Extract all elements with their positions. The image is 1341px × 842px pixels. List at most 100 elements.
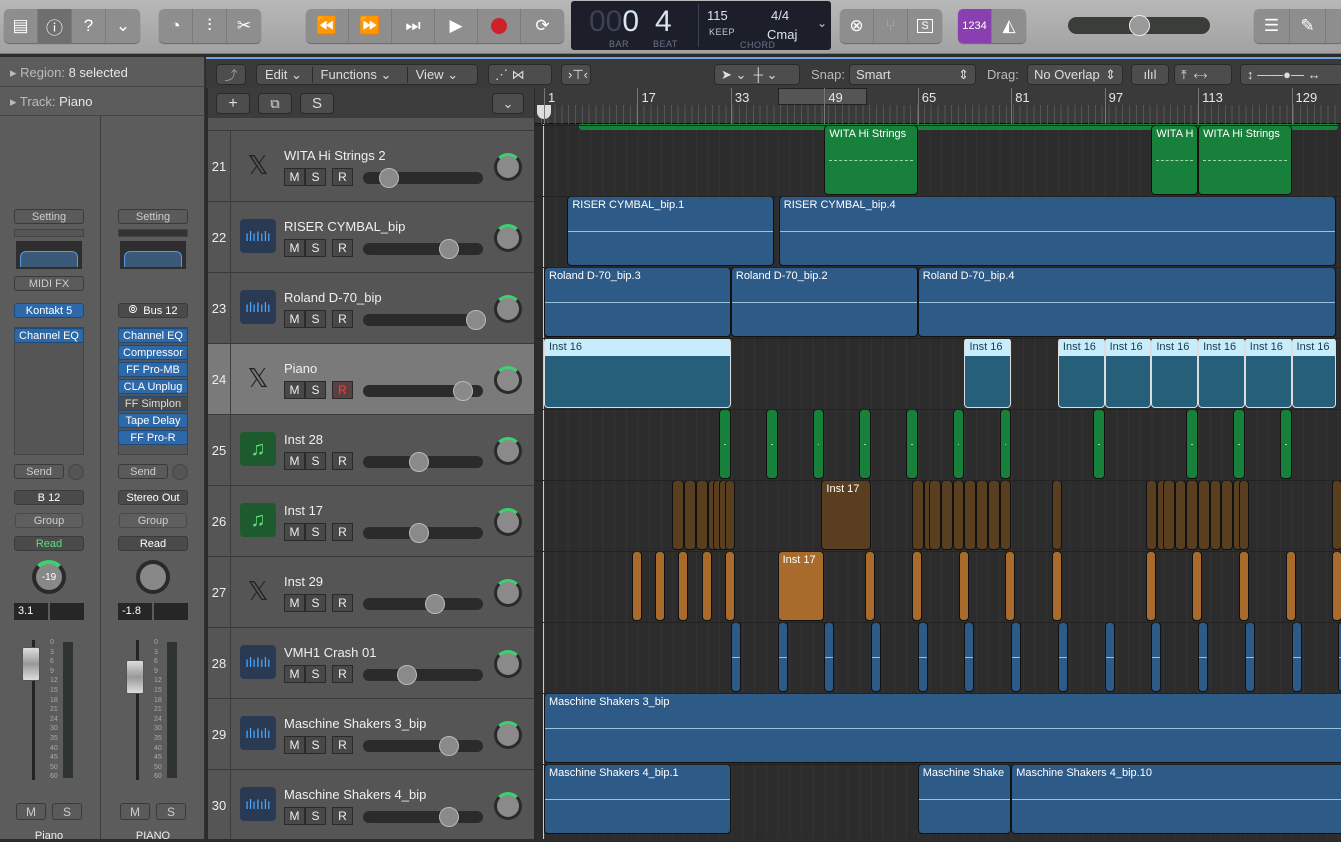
record-enable-button[interactable]: R <box>332 594 353 612</box>
region[interactable] <box>1233 409 1245 479</box>
region[interactable] <box>952 409 965 479</box>
lcd-display[interactable]: 000 4 BAR BEAT 115 KEEP 4/4 Cmaj CHORD ⌄ <box>571 1 831 50</box>
pan-knob[interactable] <box>494 508 522 536</box>
region[interactable] <box>1005 551 1016 621</box>
track-name[interactable]: Inst 28 <box>284 432 323 447</box>
mute-button[interactable]: M <box>120 803 150 820</box>
track-header[interactable]: 24 𝕏 Piano MS R <box>208 344 534 415</box>
waveform-zoom-icon[interactable]: ılıl <box>1131 64 1169 85</box>
group-slot[interactable]: Group <box>119 513 187 528</box>
plugin-slot[interactable]: FF Pro-MB <box>118 362 188 377</box>
pan-knob[interactable] <box>494 153 522 181</box>
cycle-icon[interactable]: ⟳ <box>521 9 564 43</box>
lcd-chevron-down-icon[interactable]: ⌄ <box>817 16 827 30</box>
track-header[interactable]: 28 ılıIılı VMH1 Crash 01 MS R <box>208 628 534 699</box>
region[interactable] <box>859 409 872 479</box>
volume-knob[interactable] <box>409 523 430 543</box>
region[interactable]: Inst 16 <box>964 338 1012 408</box>
output-slot[interactable]: B 12 <box>14 490 84 505</box>
eq-thumbnail[interactable] <box>16 241 82 269</box>
region[interactable] <box>987 480 1000 550</box>
region[interactable] <box>871 622 882 692</box>
region[interactable] <box>777 622 788 692</box>
solo-button[interactable]: S <box>305 239 326 257</box>
solo-button[interactable]: S <box>305 168 326 186</box>
record-enable-button[interactable]: R <box>332 168 353 186</box>
send-slot[interactable]: Send <box>14 464 64 479</box>
track-name[interactable]: Roland D-70_bip <box>284 290 382 305</box>
volume-knob[interactable] <box>425 594 445 614</box>
cycle-area[interactable] <box>778 88 867 105</box>
solo-button[interactable]: S <box>305 736 326 754</box>
global-solo-button[interactable]: S <box>300 93 334 114</box>
region[interactable]: Inst 16 <box>1057 338 1105 408</box>
region-inspector-header[interactable]: ▸ Region: 8 selected <box>10 65 128 81</box>
region[interactable] <box>929 480 942 550</box>
record-enable-button[interactable]: R <box>332 239 353 257</box>
region[interactable] <box>1291 622 1302 692</box>
solo-button[interactable]: S <box>305 665 326 683</box>
add-track-button[interactable]: + <box>216 93 250 114</box>
region[interactable]: Inst 16 <box>1198 338 1245 408</box>
record-enable-button[interactable]: R <box>332 523 353 541</box>
region[interactable] <box>1145 480 1158 550</box>
region[interactable] <box>1104 622 1115 692</box>
pan-knob[interactable]: -19 <box>32 560 66 594</box>
region[interactable] <box>765 409 778 479</box>
send-knob[interactable] <box>172 464 188 480</box>
channel-name[interactable]: Piano <box>14 830 84 842</box>
region[interactable] <box>1198 480 1210 550</box>
record-enable-button[interactable]: R <box>332 381 353 399</box>
library-icon[interactable]: ▤ <box>4 9 38 43</box>
track-name[interactable]: Piano <box>284 361 317 376</box>
track-inspector-header[interactable]: ▸ Track: Piano <box>10 94 92 110</box>
region[interactable]: Maschine Shakers 4_bip.10 <box>1011 764 1341 834</box>
volume-fader[interactable] <box>22 647 40 681</box>
volume-slider[interactable] <box>363 523 483 543</box>
region[interactable] <box>964 622 975 692</box>
track-name[interactable]: Maschine Shakers 4_bip <box>284 787 426 802</box>
region[interactable] <box>1163 480 1175 550</box>
track-name[interactable]: Inst 17 <box>284 503 323 518</box>
master-volume-slider[interactable] <box>1068 15 1210 36</box>
mute-button[interactable]: M <box>284 168 305 186</box>
plugin-slot[interactable]: Channel EQ <box>118 328 188 343</box>
ruler[interactable]: 1 17 33 49 65 81 97 113 129 <box>535 88 1341 124</box>
region[interactable] <box>958 551 969 621</box>
region[interactable] <box>1052 551 1063 621</box>
region[interactable]: Inst 17 <box>821 480 872 550</box>
volume-slider[interactable] <box>363 381 483 401</box>
pan-knob[interactable] <box>494 437 522 465</box>
region[interactable] <box>1011 622 1022 692</box>
region[interactable]: Maschine Shake <box>917 764 1012 834</box>
automation-mode[interactable]: Read <box>14 536 84 551</box>
region[interactable] <box>964 480 977 550</box>
solo-button[interactable]: S <box>156 803 186 820</box>
volume-fader[interactable] <box>126 660 144 694</box>
record-enable-button[interactable]: R <box>332 736 353 754</box>
volume-slider[interactable] <box>363 594 483 614</box>
master-volume-knob[interactable] <box>1129 15 1150 36</box>
region[interactable]: Roland D-70_bip.2 <box>730 267 918 337</box>
track-header[interactable]: 27 𝕏 Inst 29 MS R <box>208 557 534 628</box>
send-knob[interactable] <box>68 464 84 480</box>
smart-controls-icon[interactable]: ◔ <box>159 9 193 43</box>
region[interactable] <box>1279 409 1292 479</box>
plugin-slot[interactable]: FF Simplon <box>118 396 188 411</box>
mute-button[interactable]: M <box>284 807 305 825</box>
global-tracks-icon[interactable]: ⌄ <box>492 93 524 114</box>
region[interactable]: Roland D-70_bip.3 <box>544 267 731 337</box>
volume-slider[interactable] <box>363 168 483 188</box>
region[interactable] <box>941 480 953 550</box>
pan-knob[interactable] <box>494 650 522 678</box>
functions-menu[interactable]: Functions ⌄ <box>313 66 408 83</box>
volume-knob[interactable] <box>452 381 473 401</box>
region[interactable] <box>906 409 918 479</box>
region[interactable]: Inst 17 <box>777 551 825 621</box>
zoom-slider[interactable]: ↕ ——●— ↔ <box>1240 64 1341 85</box>
region[interactable] <box>725 551 736 621</box>
list-editors-icon[interactable]: ☰ <box>1254 9 1290 43</box>
record-icon[interactable] <box>478 9 521 43</box>
note-pad-icon[interactable]: ✎ <box>1290 9 1326 43</box>
send-slot[interactable]: Send <box>118 464 168 479</box>
